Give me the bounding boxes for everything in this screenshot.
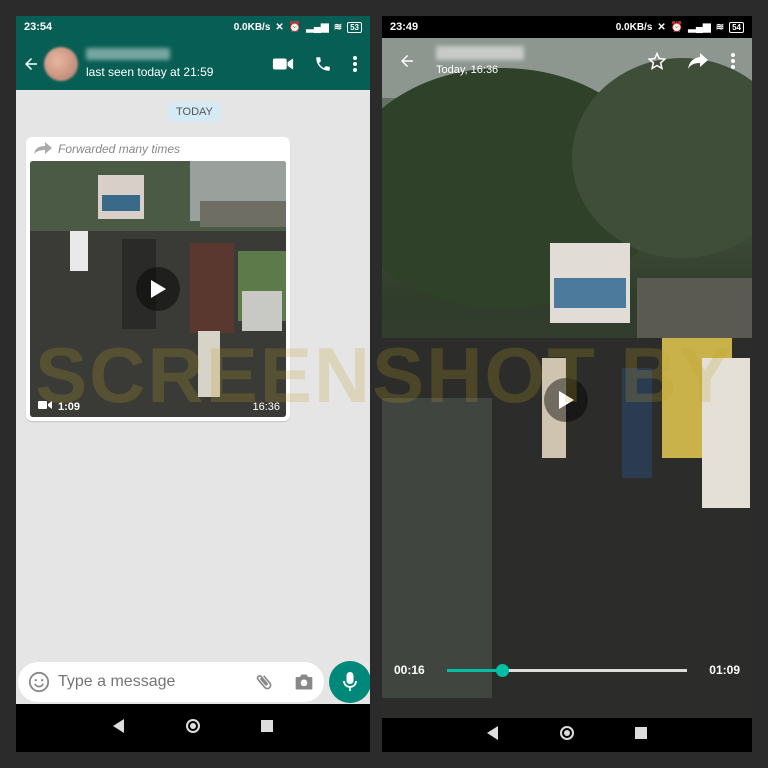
more-vert-icon[interactable]	[730, 52, 736, 70]
status-bar: 23:49 0.0KB/s ✕ ⏰ ▂▄▆ ≋ 54	[382, 16, 752, 38]
video-call-icon[interactable]	[272, 56, 294, 72]
player-header: Today, 16:36	[382, 38, 752, 84]
video-camera-icon	[38, 400, 52, 413]
composer	[16, 656, 370, 704]
seek-progress	[446, 668, 503, 672]
avatar[interactable]	[44, 47, 78, 81]
nav-bar	[382, 718, 752, 752]
sender-name-blurred	[436, 45, 524, 60]
battery-indicator: 53	[347, 21, 362, 33]
mic-button[interactable]	[329, 661, 370, 703]
player-subtitle: Today, 16:36	[436, 63, 499, 76]
play-button[interactable]	[544, 378, 588, 422]
alarm-icon: ⏰	[288, 21, 302, 33]
alarm-icon: ⏰	[670, 21, 684, 33]
seek-track[interactable]	[446, 663, 688, 677]
wifi-icon: ≋	[715, 21, 725, 33]
forwarded-label: Forwarded many times	[30, 141, 286, 157]
message-input-container	[18, 662, 324, 702]
elapsed-time: 00:16	[394, 663, 425, 677]
video-frame[interactable]	[382, 38, 752, 718]
wifi-icon: ≋	[333, 21, 343, 33]
more-vert-icon[interactable]	[352, 55, 358, 73]
star-icon[interactable]	[648, 52, 666, 70]
back-arrow-icon[interactable]	[398, 52, 416, 70]
play-icon	[559, 391, 574, 409]
date-chip: TODAY	[168, 102, 221, 122]
camera-icon[interactable]	[294, 672, 314, 692]
network-speed: 0.0KB/s	[233, 21, 271, 33]
play-icon	[151, 280, 166, 298]
emoji-icon[interactable]	[28, 671, 50, 693]
video-player-screen: 23:49 0.0KB/s ✕ ⏰ ▂▄▆ ≋ 54 Today, 16:36 …	[382, 16, 752, 752]
nav-home-icon[interactable]	[185, 718, 201, 739]
mute-icon: ✕	[275, 21, 284, 33]
nav-back-icon[interactable]	[113, 718, 125, 738]
contact-name-blurred	[86, 48, 170, 60]
signal-icon: ▂▄▆	[306, 21, 329, 33]
nav-recents-icon[interactable]	[261, 719, 273, 737]
message-bubble[interactable]: Forwarded many times 1:09 16:36	[26, 137, 290, 421]
seek-bar: 00:16 01:09	[382, 658, 752, 682]
nav-bar	[16, 704, 370, 752]
signal-icon: ▂▄▆	[688, 21, 711, 33]
chat-header: last seen today at 21:59	[16, 38, 370, 90]
player-title: Today, 16:36	[436, 45, 524, 77]
seek-handle[interactable]	[496, 663, 510, 677]
contact-info[interactable]: last seen today at 21:59	[86, 48, 213, 80]
last-seen: last seen today at 21:59	[86, 65, 214, 79]
phone-icon[interactable]	[314, 55, 332, 73]
status-time: 23:49	[390, 21, 419, 33]
mute-icon: ✕	[657, 21, 666, 33]
nav-recents-icon[interactable]	[635, 726, 647, 744]
battery-indicator: 54	[729, 21, 744, 33]
video-thumbnail[interactable]: 1:09 16:36	[30, 161, 286, 417]
network-speed: 0.0KB/s	[615, 21, 653, 33]
share-icon[interactable]	[688, 53, 708, 69]
message-input[interactable]	[58, 673, 238, 691]
total-time: 01:09	[709, 663, 740, 677]
status-time: 23:54	[24, 21, 53, 33]
play-button[interactable]	[136, 267, 180, 311]
forwarded-text: Forwarded many times	[58, 142, 181, 156]
chat-area: TODAY Forwarded many times 1:09 16:36	[16, 90, 370, 704]
status-bar: 23:54 0.0KB/s ✕ ⏰ ▂▄▆ ≋ 53	[16, 16, 370, 38]
chat-screen: 23:54 0.0KB/s ✕ ⏰ ▂▄▆ ≋ 53 last seen tod…	[16, 16, 370, 752]
nav-home-icon[interactable]	[559, 725, 575, 746]
video-duration: 1:09	[58, 400, 81, 413]
attach-icon[interactable]	[254, 672, 274, 692]
message-time: 16:36	[252, 400, 280, 413]
forward-icon	[34, 141, 52, 157]
nav-back-icon[interactable]	[487, 725, 499, 745]
back-arrow-icon[interactable]	[22, 55, 40, 73]
mic-icon	[343, 672, 357, 691]
thumbnail-meta: 1:09 16:36	[38, 400, 280, 413]
